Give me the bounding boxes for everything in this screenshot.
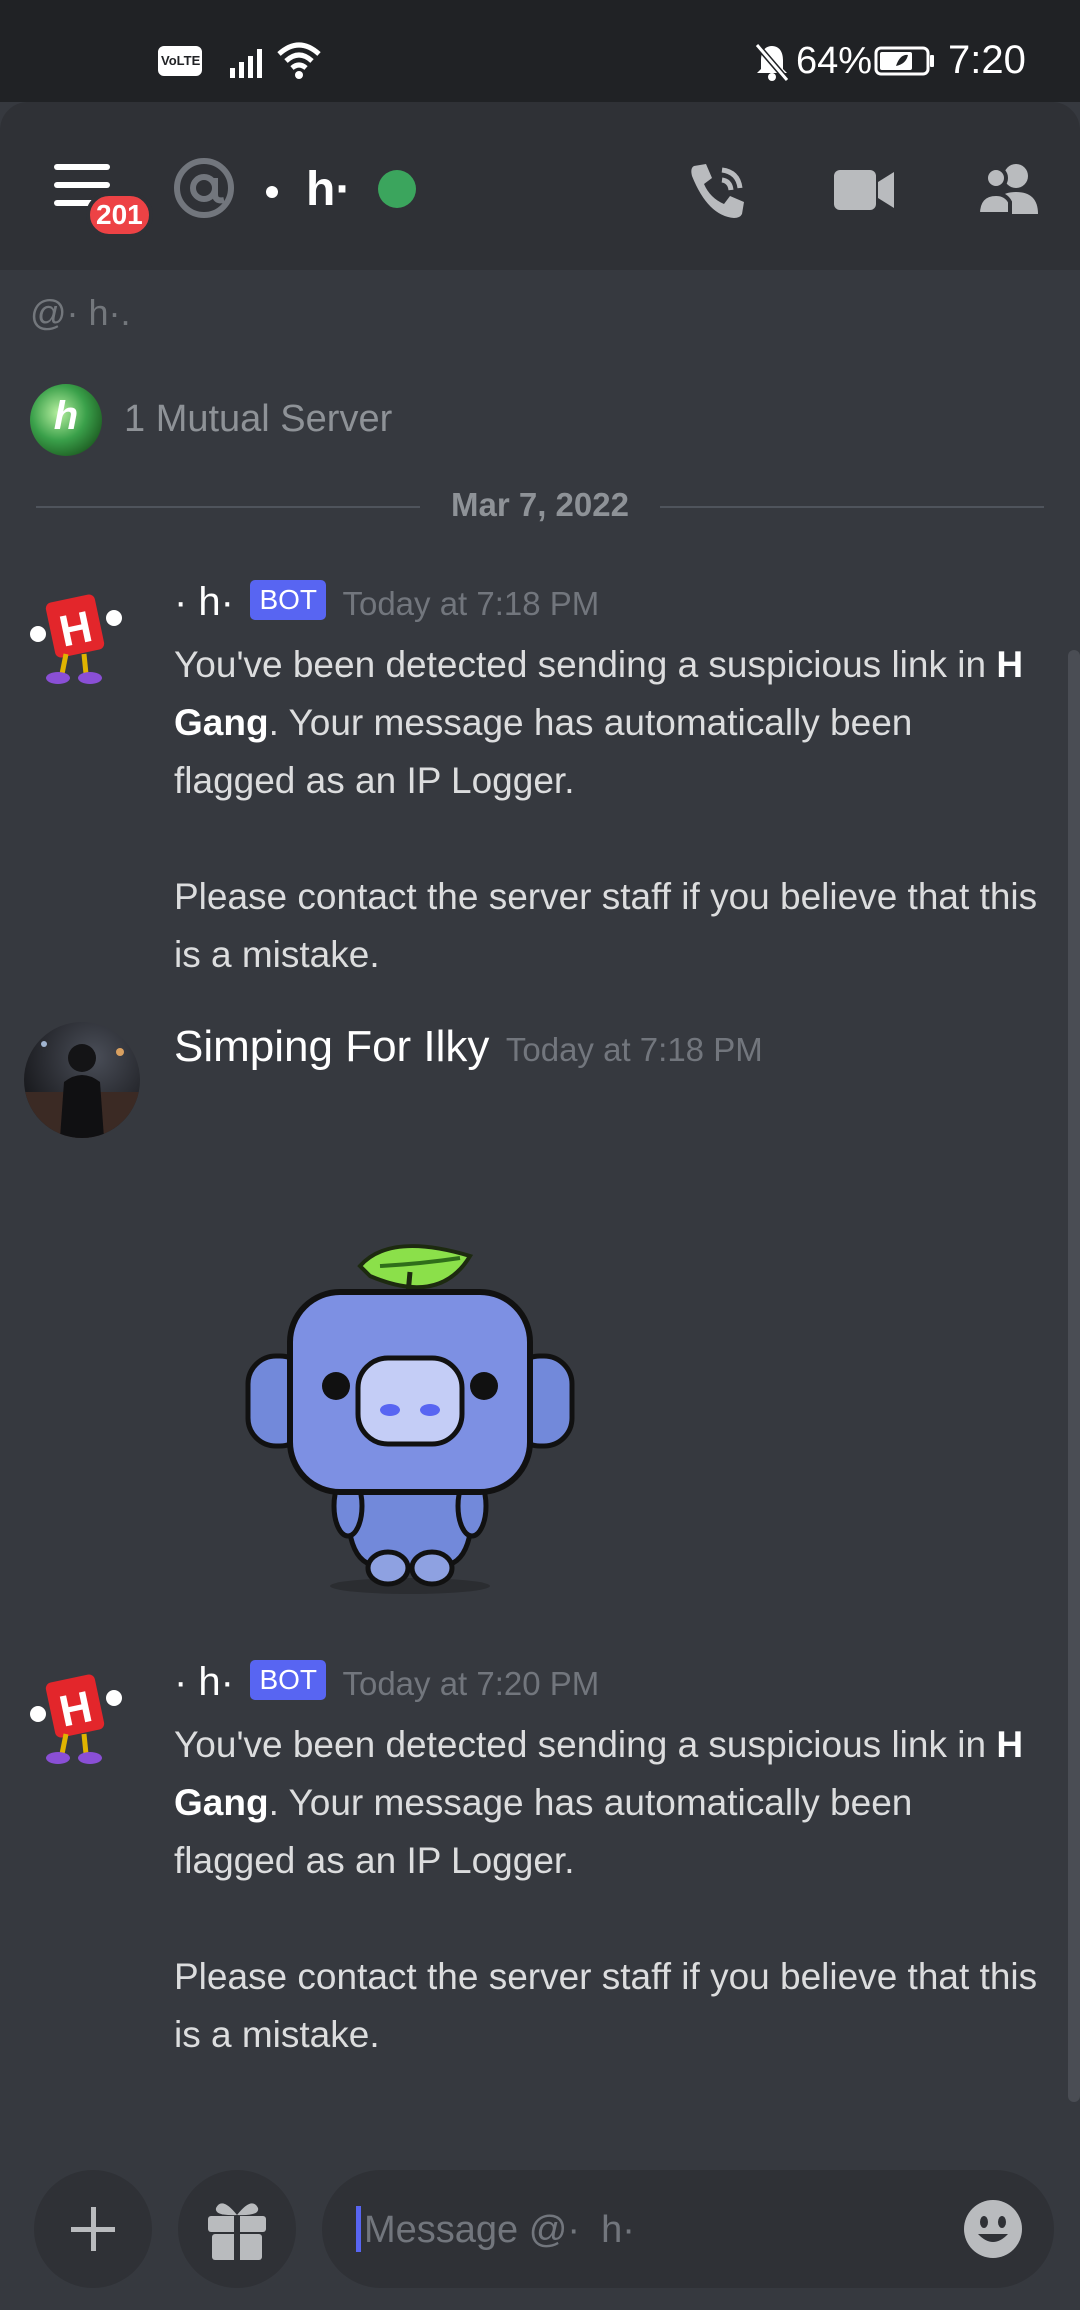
emoji-icon[interactable] (962, 2198, 1024, 2260)
at-icon (174, 158, 234, 218)
avatar-photo (24, 1041, 140, 1138)
date-divider: Mar 7, 2022 (451, 486, 629, 523)
message-text: You've been detected sending a suspiciou… (174, 1724, 987, 1765)
scrollbar[interactable] (1068, 650, 1080, 2102)
attach-button[interactable] (34, 2170, 152, 2288)
profile-bio-fragment (30, 270, 930, 274)
mutual-servers-link[interactable]: 1 Mutual Server (124, 398, 392, 441)
plus-icon (71, 2207, 115, 2251)
bell-muted-icon (754, 43, 790, 82)
message-box[interactable] (322, 2170, 1054, 2290)
chat-messages[interactable]: @· h·. h 1 Mutual Server Mar 7, 2022 H ·… (0, 270, 1080, 2160)
gift-button[interactable] (178, 2170, 296, 2288)
text-cursor (356, 2206, 361, 2252)
channel-title[interactable]: h· (306, 162, 351, 217)
wifi-icon (277, 42, 321, 79)
clock: 7:20 (948, 38, 1026, 82)
message-header: · h· BOT Today at 7:18 PM (174, 580, 599, 640)
battery-percent: 64% (796, 40, 873, 82)
bot-avatar[interactable]: H (28, 1668, 128, 1768)
volte-indicator: VoLTE (158, 46, 202, 76)
timestamp: Today at 7:18 PM (505, 1031, 763, 1068)
wumpus-sticker[interactable] (240, 1236, 580, 1596)
online-status-indicator (378, 170, 416, 208)
bot-avatar[interactable]: H (28, 588, 128, 688)
message-content: You've been detected sending a suspiciou… (174, 1716, 1044, 2064)
bot-tag: BOT (250, 580, 327, 620)
message-text: . Your message has automatically been fl… (174, 1782, 913, 1881)
server-initial: h (53, 394, 79, 438)
message-input[interactable] (362, 2170, 946, 2290)
video-call-icon[interactable] (832, 166, 896, 214)
menu-icon-bar (54, 164, 110, 170)
profile-handle: @· h·. (30, 292, 131, 333)
author-name[interactable]: Simping For Ilky (174, 1022, 489, 1071)
status-bar: VoLTE 64% 7:20 (0, 0, 1080, 102)
menu-icon-bar (54, 182, 110, 188)
author-name[interactable]: · h· (174, 580, 234, 624)
members-icon[interactable] (976, 160, 1040, 216)
author-name[interactable]: · h· (174, 1660, 234, 1704)
voice-call-icon[interactable] (686, 160, 748, 222)
message-text: Please contact the server staff if you b… (174, 876, 1038, 975)
timestamp: Today at 7:20 PM (342, 1665, 600, 1702)
gift-icon (208, 2203, 266, 2260)
signal-icon (230, 49, 262, 78)
message-text: Please contact the server staff if you b… (174, 1956, 1038, 2055)
message-text: . Your message has automatically been fl… (174, 702, 913, 801)
message-content: You've been detected sending a suspiciou… (174, 636, 1044, 984)
mutual-server-icon[interactable]: h (30, 384, 102, 456)
user-avatar[interactable] (24, 1022, 140, 1138)
message-text: You've been detected sending a suspiciou… (174, 644, 987, 685)
divider-line (36, 506, 420, 508)
unread-badge: 201 (86, 192, 153, 238)
message-header: Simping For Ilky Today at 7:18 PM (174, 1022, 763, 1082)
timestamp: Today at 7:18 PM (342, 585, 600, 622)
divider-line (660, 506, 1044, 508)
battery-icon (874, 46, 934, 76)
message-composer (0, 2160, 1080, 2310)
message-header: · h· BOT Today at 7:20 PM (174, 1660, 599, 1720)
channel-header: 201 h· (0, 102, 1080, 270)
title-dot (266, 186, 278, 198)
bot-tag: BOT (250, 1660, 327, 1700)
